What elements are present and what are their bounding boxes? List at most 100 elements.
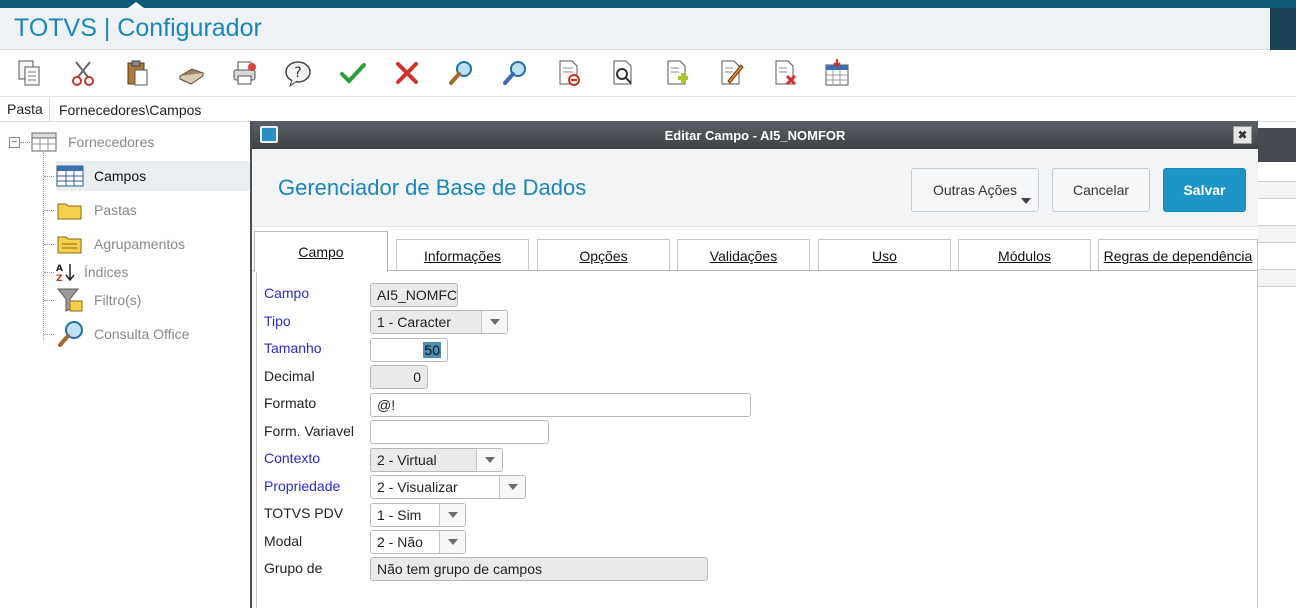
delete-icon[interactable]	[390, 56, 424, 90]
tree-root-fornecedores[interactable]: Fornecedores	[30, 127, 250, 157]
other-actions-button[interactable]: Outras Ações	[911, 168, 1039, 212]
svg-text:?: ?	[294, 65, 301, 81]
tipo-label: Tipo	[264, 313, 291, 329]
tree-item-pastas[interactable]: Pastas	[56, 195, 250, 225]
folder-path-field[interactable]: Fornecedores\Campos	[49, 97, 1296, 122]
other-actions-label: Outras Ações	[932, 182, 1018, 198]
tamanho-value: 50	[423, 342, 441, 358]
campo-field[interactable]: AI5_NOMFC	[370, 283, 458, 307]
formato-label: Formato	[264, 395, 317, 411]
tamanho-field[interactable]: 50	[370, 338, 448, 362]
tree-item-indices[interactable]: AZ Índices	[56, 257, 250, 287]
table-insert-icon[interactable]	[820, 56, 854, 90]
close-icon[interactable]: ✖	[1233, 126, 1252, 144]
tab-opcoes[interactable]: Opções	[537, 239, 670, 271]
cut-icon[interactable]	[66, 56, 100, 90]
book-icon[interactable]	[174, 56, 208, 90]
tree-item-filtros[interactable]: Filtro(s)	[56, 285, 250, 315]
tamanho-label: Tamanho	[264, 340, 322, 356]
chevron-down-icon	[439, 504, 465, 526]
decimal-field[interactable]: 0	[370, 365, 428, 389]
edit-field-dialog: Editar Campo - AI5_NOMFOR ✖ Gerenciador …	[250, 121, 1258, 608]
sort-az-icon: AZ	[56, 260, 76, 284]
tree-item-consulta-office[interactable]: Consulta Office	[56, 319, 250, 349]
field-form: Campo AI5_NOMFC Tipo 1 - Caracter Tamanh…	[256, 271, 1258, 608]
tab-label: Módulos	[998, 247, 1051, 264]
paste-icon[interactable]	[120, 56, 154, 90]
tree-item-campos[interactable]: Campos	[56, 161, 250, 191]
totvs-pdv-value: 1 - Sim	[377, 507, 422, 523]
tree-item-label: Agrupamentos	[94, 236, 186, 252]
modal-value: 2 - Não	[377, 534, 423, 550]
form-variavel-label: Form. Variavel	[264, 423, 354, 439]
totvs-pdv-select[interactable]: 1 - Sim	[370, 503, 466, 527]
tree-connector	[20, 142, 30, 143]
tab-label: Validações	[709, 247, 778, 264]
cancel-button[interactable]: Cancelar	[1052, 168, 1150, 212]
modal-label: Modal	[264, 533, 303, 549]
document-delete-icon[interactable]	[768, 56, 802, 90]
tree-connector	[44, 244, 54, 245]
tree-connector	[44, 272, 54, 273]
tab-modulos[interactable]: Módulos	[958, 239, 1091, 271]
propriedade-value: 2 - Visualizar	[377, 479, 458, 495]
tree-item-label: Índices	[84, 264, 129, 280]
tipo-value: 1 - Caracter	[377, 314, 451, 330]
dialog-title: Editar Campo - AI5_NOMFOR	[664, 128, 846, 143]
document-remove-icon[interactable]	[552, 56, 586, 90]
modal-select[interactable]: 2 - Não	[370, 530, 466, 554]
chevron-down-icon	[476, 449, 502, 471]
search-next-icon[interactable]	[498, 56, 532, 90]
formato-field[interactable]: @!	[370, 393, 751, 417]
folder-path-bar: Pasta Fornecedores\Campos	[0, 96, 1296, 122]
document-add-icon[interactable]	[660, 56, 694, 90]
search-icon[interactable]	[444, 56, 478, 90]
tab-label: Opções	[579, 247, 628, 264]
tab-uso[interactable]: Uso	[818, 239, 951, 271]
tree-item-label: Campos	[94, 168, 147, 184]
folder-group-icon	[56, 232, 84, 256]
tree-root-label: Fornecedores	[68, 134, 155, 150]
contexto-label: Contexto	[264, 450, 321, 466]
contexto-select[interactable]: 2 - Virtual	[370, 448, 503, 472]
tipo-select[interactable]: 1 - Caracter	[370, 310, 508, 334]
background-row	[1258, 181, 1296, 199]
chevron-down-icon	[499, 476, 525, 498]
tab-regras-de-dependencia[interactable]: Regras de dependência	[1098, 239, 1258, 271]
document-find-icon[interactable]	[606, 56, 640, 90]
grupo-de-label: Grupo de	[264, 560, 323, 576]
filter-icon	[56, 288, 84, 312]
tree-collapse-toggle[interactable]: −	[9, 137, 20, 148]
app-title: TOTVS | Configurador	[14, 14, 262, 42]
table-icon	[30, 130, 58, 154]
tree-connector	[44, 334, 54, 335]
print-icon[interactable]	[228, 56, 262, 90]
tab-bar: Campo Informações Opções Validações Uso …	[252, 231, 1258, 272]
tree-item-label: Pastas	[94, 202, 137, 218]
save-button[interactable]: Salvar	[1163, 168, 1246, 212]
tree-panel: − Fornecedores Campos Pastas Agrupamento…	[0, 124, 250, 608]
campo-label: Campo	[264, 285, 310, 301]
tree-connector	[44, 176, 54, 177]
folder-icon	[56, 198, 84, 222]
save-label: Salvar	[1183, 182, 1226, 198]
chevron-down-icon	[1021, 198, 1031, 204]
help-icon[interactable]: ?	[281, 56, 315, 90]
chevron-down-icon	[481, 311, 507, 333]
tab-informacoes[interactable]: Informações	[396, 239, 529, 271]
tree-connector	[43, 152, 44, 340]
tab-campo[interactable]: Campo	[254, 231, 388, 272]
tab-validacoes[interactable]: Validações	[677, 239, 810, 271]
tree-item-agrupamentos[interactable]: Agrupamentos	[56, 229, 250, 259]
document-edit-icon[interactable]	[714, 56, 748, 90]
toolbar: ?	[0, 50, 1296, 96]
propriedade-select[interactable]: 2 - Visualizar	[370, 475, 526, 499]
form-variavel-field[interactable]	[370, 420, 549, 444]
copy-icon[interactable]	[12, 56, 46, 90]
grupo-de-field[interactable]: Não tem grupo de campos	[370, 557, 708, 581]
titlebar-edge	[1270, 8, 1296, 50]
dialog-titlebar: Editar Campo - AI5_NOMFOR ✖	[252, 121, 1258, 149]
decimal-label: Decimal	[264, 368, 315, 384]
check-icon[interactable]	[336, 56, 370, 90]
magnifier-icon	[56, 321, 84, 347]
